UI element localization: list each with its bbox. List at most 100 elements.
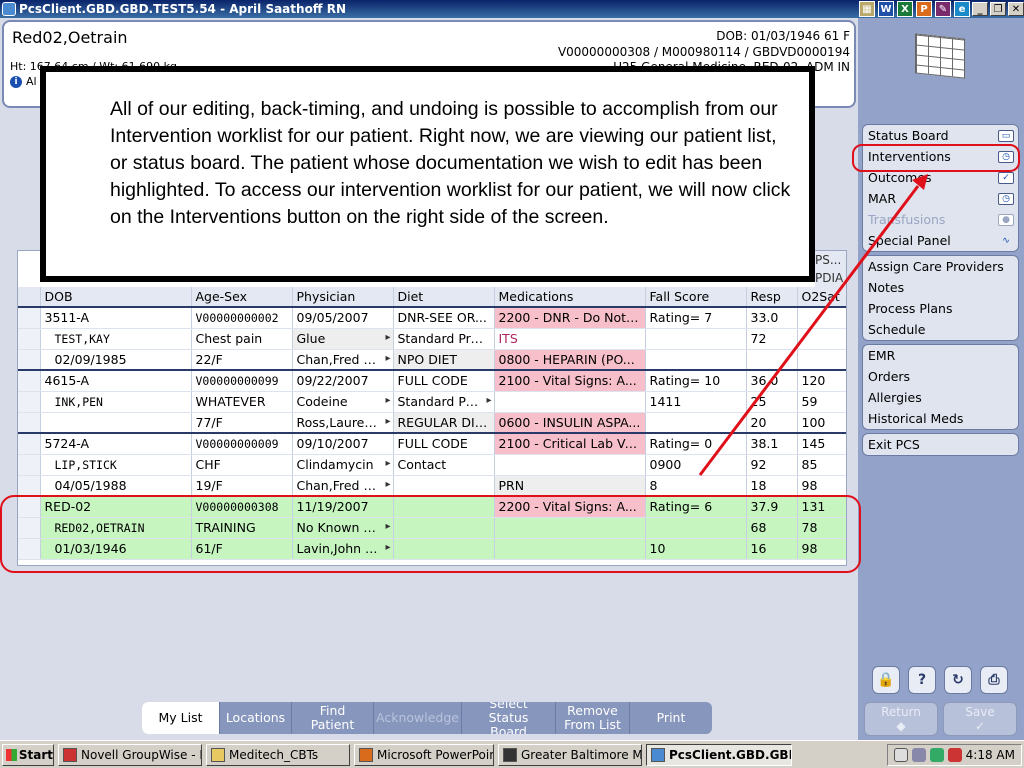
nav-status-board[interactable]: Status Board ▭ <box>863 125 1018 146</box>
minimize-button[interactable]: _ <box>972 2 988 16</box>
refresh-icon: ↻ <box>952 672 964 688</box>
browser-icon[interactable]: e <box>954 1 970 17</box>
help-icon: ? <box>917 672 927 688</box>
cell[interactable]: Clindamycin <box>292 454 394 476</box>
spreadsheet-icon <box>915 33 965 79</box>
cell <box>494 454 646 476</box>
header-medications[interactable]: Medications <box>494 287 646 308</box>
cell: INK,PEN <box>40 391 192 413</box>
task-label: Meditech_CBTs <box>229 747 319 762</box>
network-icon[interactable] <box>911 747 926 762</box>
task-label: PcsClient.GBD.GBD.... <box>669 747 791 762</box>
header-index <box>18 287 41 308</box>
refresh-button[interactable]: ↻ <box>944 666 972 694</box>
task-label: Microsoft PowerPoint ... <box>377 747 493 762</box>
cell: 09/05/2007 <box>292 306 394 329</box>
cell: TEST,KAY <box>40 328 192 350</box>
close-button[interactable]: ✕ <box>1008 2 1024 16</box>
return-button[interactable]: Return ◆ <box>864 702 938 736</box>
lock-button[interactable]: 🔒 <box>872 666 900 694</box>
cell: 3511-A <box>40 306 192 329</box>
tab-remove-from-list[interactable]: Remove From List <box>556 702 630 734</box>
task-groupwise[interactable]: Novell GroupWise - M... <box>58 743 202 766</box>
patient-alerts[interactable]: i Al <box>10 75 37 88</box>
powerpoint-icon[interactable]: P <box>916 1 932 17</box>
pcs-icon <box>651 747 665 762</box>
security-icon[interactable] <box>929 747 944 762</box>
cell[interactable]: 0800 - HEPARIN (PO... <box>494 349 646 371</box>
patient-dob: DOB: 01/03/1946 61 F <box>716 29 850 43</box>
cell: 22/F <box>191 349 293 371</box>
word-icon[interactable]: W <box>878 1 894 17</box>
cell: REGULAR DIET <box>393 412 495 434</box>
meditech-icon <box>503 747 517 762</box>
cell: 09/22/2007 <box>292 369 394 392</box>
pointer-arrow <box>698 174 928 476</box>
toolbar-icon-1[interactable]: ▦ <box>859 1 875 17</box>
cell: V00000000099 <box>191 369 293 392</box>
cell <box>494 391 646 413</box>
cell[interactable]: Ross,Laurenc... <box>292 412 394 434</box>
task-meditech-cbts[interactable]: Meditech_CBTs <box>206 743 350 766</box>
back-arrow-icon: ◆ <box>896 719 906 733</box>
groupwise-icon <box>63 747 77 762</box>
restore-button[interactable]: ❐ <box>990 2 1006 16</box>
print-icon: ⎙ <box>988 672 1000 688</box>
novell-icon[interactable] <box>947 747 962 762</box>
pulse-icon: ∿ <box>1002 235 1010 246</box>
lock-icon: 🔒 <box>877 672 895 688</box>
cell[interactable]: 0600 - INSULIN ASPA... <box>494 412 646 434</box>
tab-select-status-board[interactable]: Select Status Board <box>462 702 556 734</box>
window-titlebar: PcsClient.GBD.GBD.TEST5.54 - April Saath… <box>0 0 1024 18</box>
checklist-icon: ✓ <box>998 171 1014 184</box>
cell[interactable]: 2100 - Vital Signs: A... <box>494 369 646 392</box>
system-tray: 4:18 AM <box>886 743 1022 766</box>
header-diet[interactable]: Diet <box>393 287 495 308</box>
cell[interactable]: Glue <box>292 328 394 350</box>
cell: Chest pain <box>191 328 293 350</box>
row-index <box>18 412 41 434</box>
help-tray-icon[interactable] <box>893 747 908 762</box>
cell: 02/09/1985 <box>40 349 192 371</box>
excel-icon[interactable]: X <box>897 1 913 17</box>
tab-my-list[interactable]: My List <box>142 702 220 734</box>
windows-logo-icon <box>6 748 17 761</box>
cell: WHATEVER <box>191 391 293 413</box>
patient-account: V00000000308 / M000980114 / GBDVD0000194 <box>557 45 850 59</box>
app-icon <box>2 2 16 16</box>
cell: FULL CODE <box>393 432 495 455</box>
cell: ITS <box>494 328 646 350</box>
task-greater-baltimore[interactable]: Greater Baltimore Me... <box>498 743 642 766</box>
book-icon: ▭ <box>998 129 1014 142</box>
cell[interactable]: 2200 - DNR - Do Not ... <box>494 306 646 329</box>
header-age-sex[interactable]: Age-Sex <box>191 287 293 308</box>
cell[interactable]: Standard Pre... <box>393 391 495 413</box>
cell: LIP,STICK <box>40 454 192 476</box>
print-preview-button[interactable]: ⎙ <box>980 666 1008 694</box>
header-dob[interactable]: DOB <box>40 287 192 308</box>
start-button[interactable]: Start <box>2 743 54 766</box>
cell[interactable]: Codeine <box>292 391 394 413</box>
tab-find-patient[interactable]: Find Patient <box>292 702 374 734</box>
highlight-interventions <box>852 144 1020 172</box>
task-pcsclient[interactable]: PcsClient.GBD.GBD.... <box>646 743 792 766</box>
tab-print[interactable]: Print <box>630 702 712 734</box>
tab-locations[interactable]: Locations <box>220 702 292 734</box>
cell: CHF <box>191 454 293 476</box>
checkmark-icon: ✓ <box>974 719 986 733</box>
task-powerpoint[interactable]: Microsoft PowerPoint ... <box>354 743 494 766</box>
drop-icon: ● <box>998 213 1014 226</box>
info-icon: i <box>10 75 22 88</box>
header-physician[interactable]: Physician <box>292 287 394 308</box>
cell[interactable]: 2100 - Critical Lab Va... <box>494 432 646 455</box>
arrow-head <box>912 174 928 190</box>
cell[interactable]: Chan,Fred T ... <box>292 349 394 371</box>
pen-icon[interactable]: ✎ <box>935 1 951 17</box>
cell: 04/05/1988 <box>40 475 192 497</box>
save-button[interactable]: Save ✓ <box>943 702 1017 736</box>
cell[interactable]: PRN <box>494 475 646 497</box>
cell[interactable]: Chan,Fred T ... <box>292 475 394 497</box>
save-label: Save <box>965 705 995 719</box>
cell: NPO DIET <box>393 349 495 371</box>
help-button[interactable]: ? <box>908 666 936 694</box>
